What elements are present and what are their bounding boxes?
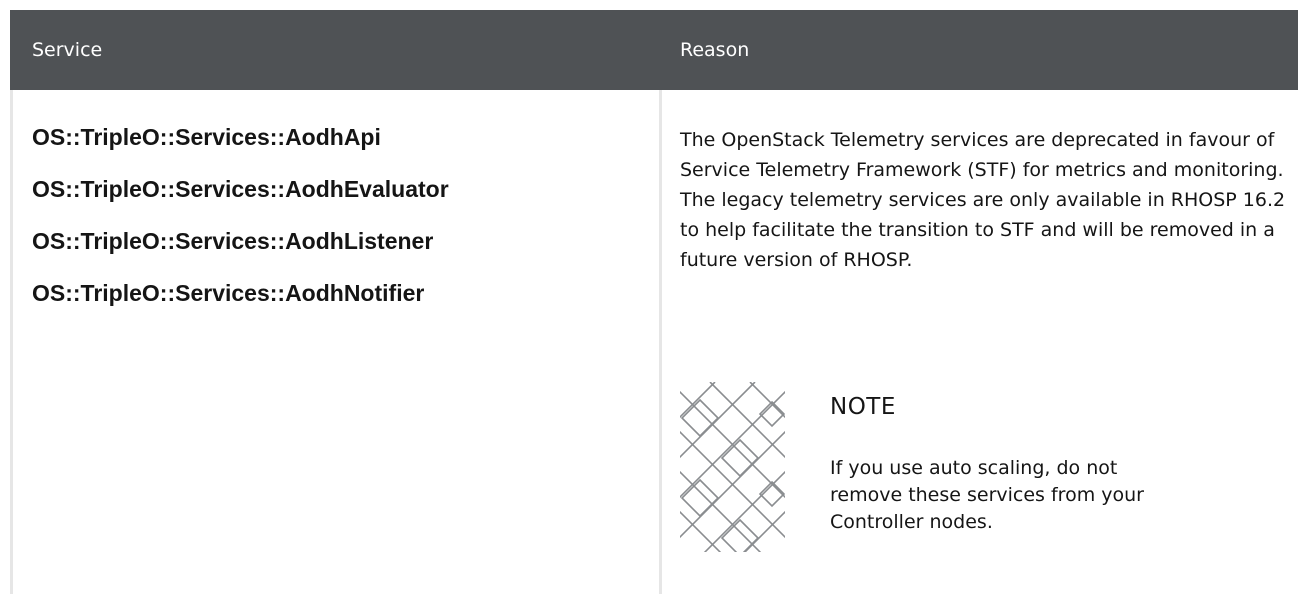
reason-text: The OpenStack Telemetry services are dep… [680,129,1286,271]
deprecated-services-table: Service Reason OS::TripleO::Services::Ao… [10,10,1298,594]
header-reason: Reason [680,39,750,61]
note-admonition: NOTE If you use auto scaling, do not rem… [680,382,1290,562]
service-name: OS::TripleO::Services::AodhListener [32,228,434,254]
table-left-border [10,90,13,594]
service-name: OS::TripleO::Services::AodhEvaluator [32,176,449,202]
note-pattern-icon [680,382,785,552]
column-divider [659,90,662,594]
service-name: OS::TripleO::Services::AodhNotifier [32,280,425,306]
service-name: OS::TripleO::Services::AodhApi [32,124,381,150]
header-service: Service [32,39,103,61]
note-body: If you use auto scaling, do not remove t… [830,457,1144,533]
table-header: Service Reason [10,10,1298,90]
service-list: OS::TripleO::Services::AodhApi OS::Tripl… [32,122,632,330]
note-title: NOTE [830,394,896,420]
